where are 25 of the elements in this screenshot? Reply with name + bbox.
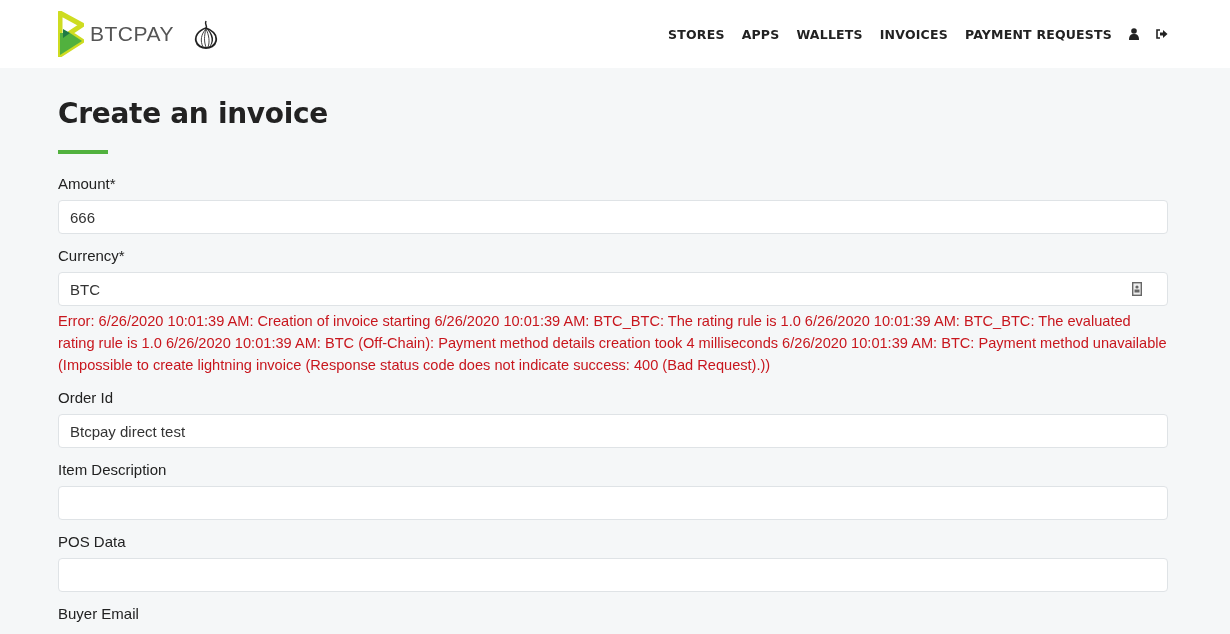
nav-link[interactable]: PAYMENT REQUESTS (964, 26, 1112, 42)
logout-icon[interactable] (1156, 29, 1168, 39)
field-label: POS Data (58, 533, 127, 550)
nav-link[interactable]: STORES (668, 26, 725, 42)
input-field[interactable]: BTC (58, 272, 1168, 306)
input-field[interactable] (58, 486, 1168, 520)
field-label: Order Id (58, 389, 115, 406)
input-field[interactable]: 666 (58, 200, 1168, 234)
error-message: Error: 6/26/2020 10:01:39 AM: Creation of invoice starting 6/26/2020 10:01:39 AM: BTC_BTC: The rating rule is 1.0 6/26/2020 10:01:39 AM: BTC_BTC: The evaluated rating rule is 1.0 6/26/2020 10:01:39 AM: BTC (Off-Chain): Payment method details creation took 4 milliseconds 6/26/2020 10:01:39 AM: BTC: Payment method unavailable (Impossible to create lightning invoice (Response status code does not indicate success: 400 (Bad Request).)) (58, 312, 1168, 375)
field-label: Buyer Email (58, 605, 140, 622)
input-field[interactable]: Btcpay direct test (58, 414, 1168, 448)
nav-link[interactable]: APPS (741, 26, 780, 42)
page-title: Create an invoice (58, 97, 330, 130)
field-label: Amount* (58, 175, 117, 192)
field-label: Currency* (58, 247, 126, 264)
nav-link[interactable]: INVOICES (879, 26, 948, 42)
input-field[interactable] (58, 558, 1168, 592)
field-label: Item Description (58, 461, 168, 478)
contact-card-icon[interactable] (1132, 282, 1142, 296)
user-icon[interactable] (1129, 28, 1139, 40)
title-underline (58, 150, 108, 154)
onion-icon (193, 19, 218, 49)
nav-link[interactable]: WALLETS (796, 26, 863, 42)
brand-name: BTCPAY (90, 22, 174, 46)
logo-icon (58, 11, 84, 57)
